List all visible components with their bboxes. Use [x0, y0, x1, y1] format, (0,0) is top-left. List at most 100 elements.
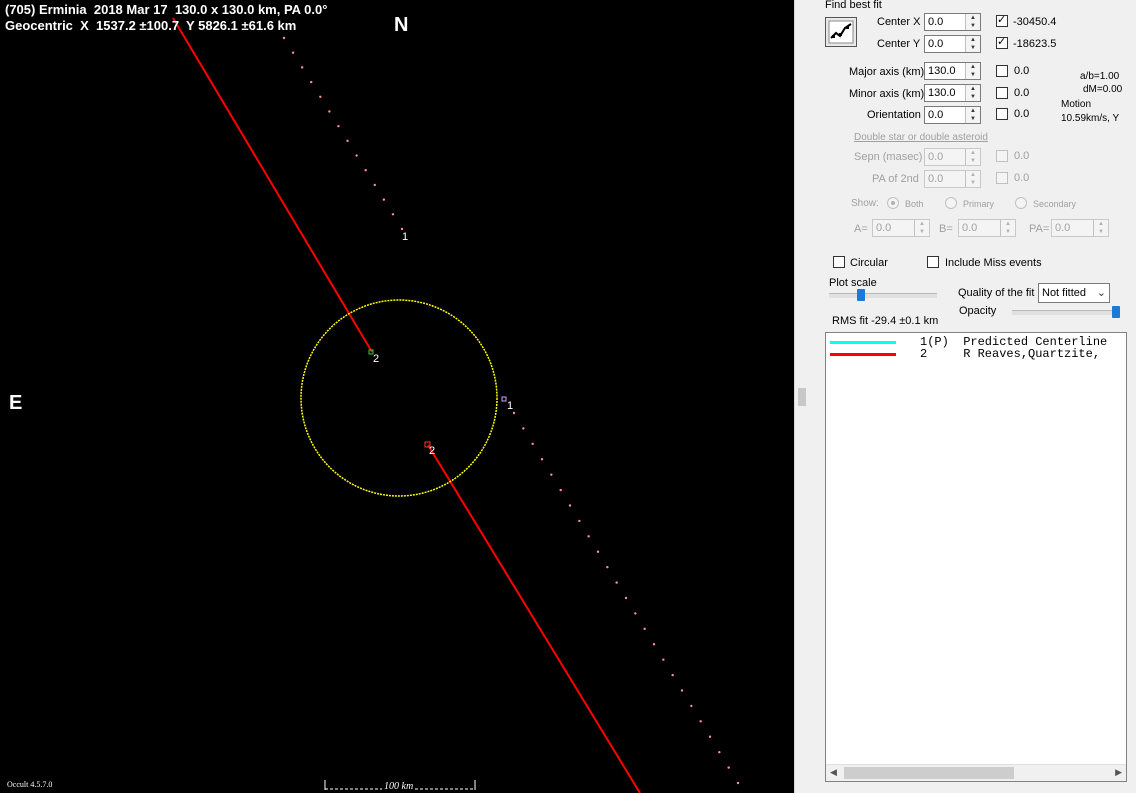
center-y-value: 0.0 — [928, 38, 944, 50]
spin-up-icon[interactable]: ▲ — [915, 220, 929, 228]
center-y-label: Center Y — [877, 38, 921, 50]
opacity-label: Opacity — [959, 305, 997, 317]
chord-label: 2 — [429, 445, 436, 457]
major-axis-label: Major axis (km) — [849, 66, 925, 78]
spin-down-icon[interactable]: ▼ — [1001, 228, 1015, 236]
major-axis-input[interactable]: 130.0 ▲ ▼ — [924, 62, 981, 80]
legend-color-swatch — [830, 353, 896, 356]
path-dot — [708, 735, 712, 738]
major-axis-checkbox[interactable] — [996, 65, 1008, 77]
spin-up-icon[interactable]: ▲ — [966, 14, 980, 22]
sepn-input[interactable]: 0.0 ▲ ▼ — [924, 148, 981, 166]
path-dot — [643, 627, 646, 631]
plot-scale-label: Plot scale — [829, 277, 877, 289]
path-dot — [346, 139, 349, 143]
motion-label: Motion — [1061, 99, 1092, 110]
spin-up-icon[interactable]: ▲ — [966, 149, 980, 157]
spin-up-icon[interactable]: ▲ — [966, 63, 980, 71]
opacity-thumb[interactable] — [1112, 306, 1120, 318]
spin-down-icon[interactable]: ▼ — [966, 179, 980, 187]
show-label: Show: — [851, 198, 879, 209]
center-x-input[interactable]: 0.0 ▲ ▼ — [924, 13, 981, 31]
occultation-plot[interactable]: (705) Erminia 2018 Mar 17 130.0 x 130.0 … — [0, 0, 794, 793]
minor-axis-value: 130.0 — [928, 87, 956, 99]
legend-row[interactable]: 2 R Reaves,Quartzite, — [826, 347, 1126, 361]
spin-up-icon[interactable]: ▲ — [966, 171, 980, 179]
a-input[interactable]: 0.0 ▲ ▼ — [872, 219, 930, 237]
path-end-marker — [501, 396, 507, 402]
plot-canvas — [172, 17, 740, 793]
path-dot — [355, 154, 358, 157]
a-label: A= — [854, 223, 868, 235]
quality-value: Not fitted — [1042, 287, 1087, 299]
a-value: 0.0 — [876, 222, 892, 234]
spin-up-icon[interactable]: ▲ — [966, 85, 980, 93]
path-dot — [624, 596, 628, 600]
path-dot — [727, 766, 730, 769]
legend-color-swatch — [830, 341, 896, 344]
scroll-thumb[interactable] — [844, 767, 1014, 779]
plot-scale-thumb[interactable] — [857, 289, 865, 301]
spin-up-icon[interactable]: ▲ — [966, 107, 980, 115]
double-star-link[interactable]: Double star or double asteroid — [854, 132, 988, 143]
show-primary-label: Primary — [963, 199, 994, 209]
sepn-checkbox[interactable] — [996, 150, 1008, 162]
legend-horizontal-scrollbar[interactable]: ◀ ▶ — [826, 764, 1126, 781]
opacity-track[interactable] — [1012, 310, 1120, 315]
orientation-label: Orientation — [867, 109, 921, 121]
circular-checkbox[interactable] — [833, 256, 845, 268]
show-both-label: Both — [905, 199, 924, 209]
scroll-right-icon[interactable]: ▶ — [1115, 767, 1122, 778]
show-secondary-radio[interactable] — [1015, 197, 1027, 209]
center-y-checkbox[interactable]: ✓ — [996, 36, 1008, 49]
pa2nd-label: PA of 2nd — [872, 173, 919, 185]
observer-legend-list[interactable]: 1(P) Predicted Centerline 2 R Reaves,Qua… — [825, 332, 1127, 782]
path-dot — [662, 658, 665, 661]
b-input[interactable]: 0.0 ▲ ▼ — [958, 219, 1016, 237]
north-label: N — [394, 14, 409, 36]
orientation-value: 0.0 — [928, 109, 944, 121]
b-label: B= — [939, 223, 953, 235]
spin-up-icon[interactable]: ▲ — [1094, 220, 1108, 228]
show-both-radio[interactable] — [887, 197, 899, 209]
path-dot — [328, 110, 331, 113]
center-y-input[interactable]: 0.0 ▲ ▼ — [924, 35, 981, 53]
path-dot — [652, 643, 656, 646]
orientation-input[interactable]: 0.0 ▲ ▼ — [924, 106, 981, 124]
spin-down-icon[interactable]: ▼ — [966, 157, 980, 165]
pa-label: PA= — [1029, 223, 1050, 235]
splitter-grip[interactable] — [798, 388, 806, 406]
spin-up-icon[interactable]: ▲ — [966, 36, 980, 44]
find-best-fit-button[interactable] — [825, 17, 857, 47]
observer-chord-upper — [172, 17, 373, 353]
pa2nd-input[interactable]: 0.0 ▲ ▼ — [924, 170, 981, 188]
quality-select[interactable]: Not fitted ⌄ — [1038, 283, 1110, 303]
spin-down-icon[interactable]: ▼ — [966, 71, 980, 79]
splitter[interactable] — [794, 0, 809, 793]
orientation-checkbox[interactable] — [996, 108, 1008, 120]
spin-up-icon[interactable]: ▲ — [1001, 220, 1015, 228]
spin-down-icon[interactable]: ▼ — [1094, 228, 1108, 236]
plot-scale-track[interactable] — [829, 293, 937, 298]
center-x-result: -30450.4 — [1013, 16, 1057, 28]
version-label: Occult 4.5.7.0 — [7, 780, 53, 789]
path-dot — [522, 427, 525, 430]
center-x-checkbox[interactable]: ✓ — [996, 14, 1008, 27]
pa2nd-checkbox[interactable] — [996, 172, 1008, 184]
path-dot — [699, 720, 702, 723]
path-dot — [319, 95, 322, 98]
spin-down-icon[interactable]: ▼ — [966, 115, 980, 123]
checkmark-icon: ✓ — [997, 36, 1007, 48]
spin-down-icon[interactable]: ▼ — [966, 22, 980, 30]
scroll-left-icon[interactable]: ◀ — [830, 767, 837, 778]
minor-axis-input[interactable]: 130.0 ▲ ▼ — [924, 84, 981, 102]
pa2nd-value: 0.0 — [928, 173, 944, 185]
spin-down-icon[interactable]: ▼ — [915, 228, 929, 236]
show-primary-radio[interactable] — [945, 197, 957, 209]
spin-down-icon[interactable]: ▼ — [966, 44, 980, 52]
pa-input[interactable]: 0.0 ▲ ▼ — [1051, 219, 1109, 237]
minor-axis-checkbox[interactable] — [996, 87, 1008, 99]
quality-label: Quality of the fit — [958, 287, 1035, 299]
include-miss-checkbox[interactable] — [927, 256, 939, 268]
spin-down-icon[interactable]: ▼ — [966, 93, 980, 101]
